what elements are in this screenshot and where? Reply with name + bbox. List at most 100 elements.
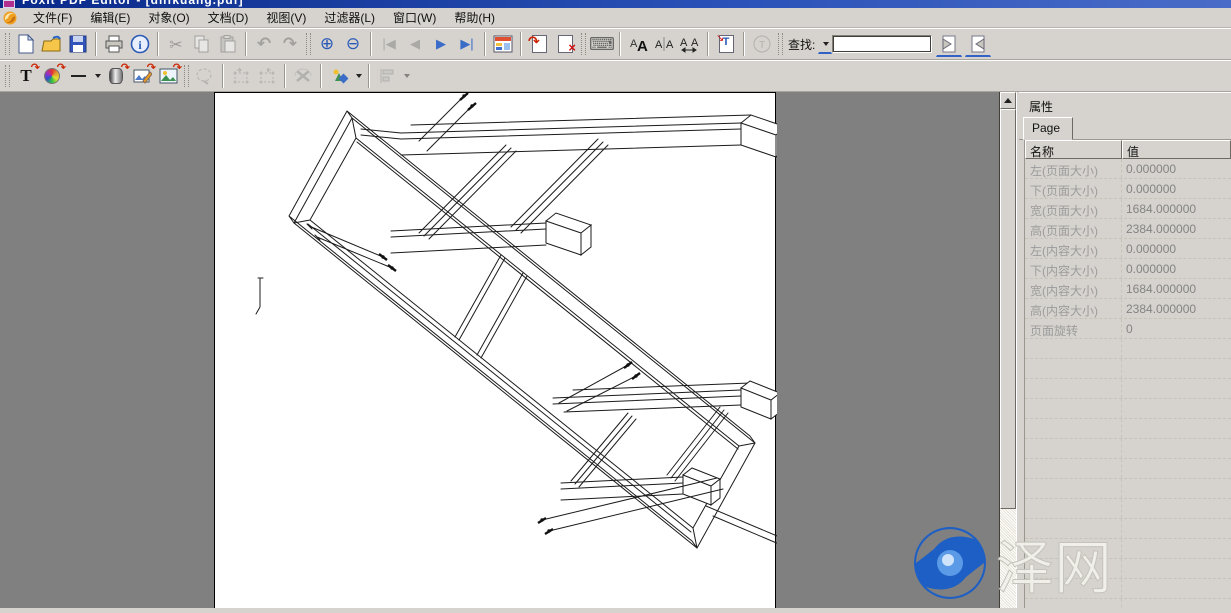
add-shading-button[interactable]: ↷ (103, 63, 129, 89)
vertical-scrollbar[interactable] (999, 92, 1016, 608)
property-value[interactable]: 0.000000 (1122, 179, 1231, 198)
chevron-down-icon (95, 74, 101, 78)
property-value[interactable]: 1684.000000 (1122, 279, 1231, 298)
title-bar: Foxit PDF Editor - [dnfkuang.pdf] (0, 0, 1231, 8)
scroll-up-button[interactable] (1000, 92, 1016, 109)
find-input[interactable] (832, 35, 932, 53)
property-value[interactable]: 0.000000 (1122, 159, 1231, 178)
redo-button[interactable]: ↷ (277, 31, 303, 57)
menu-bar-items: 文件(F)编辑(E)对象(O)文档(D)视图(V)过滤器(L)窗口(W)帮助(H… (24, 7, 504, 28)
zoom-out-button[interactable]: ⊖ (340, 31, 366, 57)
insert-page-button[interactable]: ↷ (526, 31, 552, 57)
add-image-button[interactable]: ↷ (155, 63, 181, 89)
property-value[interactable]: 2384.000000 (1122, 299, 1231, 318)
find-dropdown-button[interactable] (818, 34, 832, 54)
toolbar-grip[interactable] (581, 33, 586, 55)
insert-text-button[interactable]: T ↘ (713, 31, 739, 57)
virtual-keyboard-button[interactable]: ⌨ (589, 31, 615, 57)
property-value[interactable]: 2384.000000 (1122, 219, 1231, 238)
object-shapes-button[interactable] (326, 63, 352, 89)
object-align-button[interactable] (374, 63, 400, 89)
find-previous-button[interactable] (936, 31, 962, 57)
column-header-value[interactable]: 值 (1122, 140, 1231, 159)
save-file-button[interactable] (65, 31, 91, 57)
menu-item-7[interactable]: 窗口(W) (384, 7, 445, 28)
document-page[interactable] (214, 92, 776, 608)
delete-page-button[interactable]: × (552, 31, 578, 57)
word-spacing-button[interactable]: A A (677, 31, 703, 57)
find-next-button[interactable] (965, 31, 991, 57)
app-icon[interactable] (2, 10, 20, 26)
add-text-button[interactable]: T ↷ (13, 63, 39, 89)
toolbar-grip[interactable] (5, 33, 10, 55)
toolbar-grip[interactable] (184, 65, 189, 87)
add-color-button[interactable]: ↷ (39, 63, 65, 89)
bring-forward-button[interactable] (228, 63, 254, 89)
copy-button[interactable] (189, 31, 215, 57)
menu-item-5[interactable]: 视图(V) (257, 7, 315, 28)
menu-item-2[interactable]: 编辑(E) (81, 7, 139, 28)
send-backward-button[interactable] (254, 63, 280, 89)
zoom-in-button[interactable]: ⊕ (314, 31, 340, 57)
document-canvas[interactable] (0, 92, 999, 608)
object-align-dropdown[interactable] (400, 63, 412, 89)
word-spacing-icon: A A (679, 35, 701, 53)
next-page-button[interactable]: ▶ (428, 31, 454, 57)
property-row[interactable]: 宽(内容大小)1684.000000 (1025, 279, 1231, 299)
property-row[interactable]: 下(页面大小)0.000000 (1025, 179, 1231, 199)
object-shapes-dropdown[interactable] (352, 63, 364, 89)
paste-button[interactable] (215, 31, 241, 57)
property-row[interactable]: 左(内容大小)0.000000 (1025, 239, 1231, 259)
previous-page-button[interactable]: ◀ (402, 31, 428, 57)
open-file-button[interactable] (39, 31, 65, 57)
menu-item-1[interactable]: 文件(F) (24, 7, 81, 28)
page-thumbnails-button[interactable] (490, 31, 516, 57)
property-name (1025, 379, 1122, 398)
property-row[interactable]: 左(页面大小)0.000000 (1025, 159, 1231, 179)
last-page-button[interactable]: ▶| (454, 31, 480, 57)
tab-page[interactable]: Page (1023, 117, 1073, 140)
line-style-dropdown[interactable] (91, 63, 103, 89)
font-icon: A A (628, 35, 648, 53)
svg-text:A: A (655, 39, 663, 51)
menu-item-8[interactable]: 帮助(H) (445, 7, 504, 28)
property-name: 下(页面大小) (1025, 179, 1122, 198)
property-row[interactable]: 高(内容大小)2384.000000 (1025, 299, 1231, 319)
property-name (1025, 579, 1122, 598)
cut-button[interactable]: ✂ (163, 31, 189, 57)
edit-image-button[interactable]: ↷ (129, 63, 155, 89)
first-page-button[interactable]: |◀ (376, 31, 402, 57)
property-value (1122, 579, 1231, 598)
line-style-button[interactable] (65, 63, 91, 89)
column-header-name[interactable]: 名称 (1025, 140, 1122, 159)
document-info-button[interactable]: i (127, 31, 153, 57)
property-value[interactable]: 0 (1122, 319, 1231, 338)
print-button[interactable] (101, 31, 127, 57)
property-row-empty (1025, 499, 1231, 519)
scrollbar-thumb[interactable] (1000, 109, 1016, 509)
toolbar-grip[interactable] (306, 33, 311, 55)
new-document-button[interactable] (13, 31, 39, 57)
property-row[interactable]: 宽(页面大小)1684.000000 (1025, 199, 1231, 219)
font-tool-button[interactable]: A A (625, 31, 651, 57)
property-row[interactable]: 页面旋转0 (1025, 319, 1231, 339)
menu-item-6[interactable]: 过滤器(L) (315, 7, 384, 28)
copy-icon (193, 35, 211, 53)
delete-object-button[interactable] (290, 63, 316, 89)
undo-button[interactable]: ↶ (251, 31, 277, 57)
toolbar-grip[interactable] (778, 33, 783, 55)
menu-item-4[interactable]: 文档(D) (199, 7, 258, 28)
text-circle-button[interactable]: T (749, 31, 775, 57)
select-object-button[interactable] (192, 63, 218, 89)
last-page-icon: ▶| (460, 36, 473, 52)
property-row[interactable]: 下(内容大小)0.000000 (1025, 259, 1231, 279)
char-spacing-button[interactable]: A A (651, 31, 677, 57)
property-value[interactable]: 0.000000 (1122, 239, 1231, 258)
property-value[interactable]: 1684.000000 (1122, 199, 1231, 218)
menu-item-3[interactable]: 对象(O) (139, 7, 198, 28)
property-row[interactable]: 高(页面大小)2384.000000 (1025, 219, 1231, 239)
toolbar-separator (619, 32, 621, 56)
toolbar-grip[interactable] (5, 65, 10, 87)
property-value[interactable]: 0.000000 (1122, 259, 1231, 278)
redo-icon: ↷ (283, 34, 297, 54)
